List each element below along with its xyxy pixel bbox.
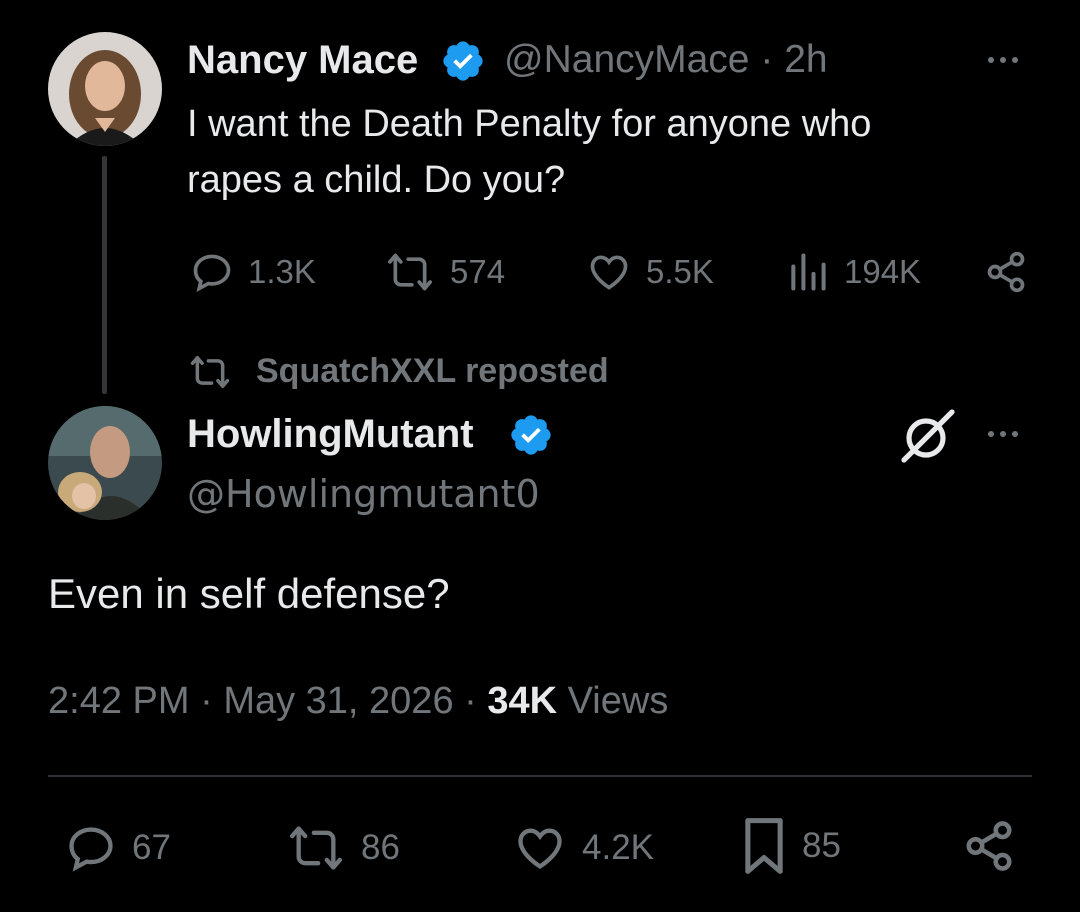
tweet-date[interactable]: May 31, 2026 <box>223 680 453 722</box>
bookmark-button[interactable]: 85 <box>740 816 841 876</box>
verified-badge-icon <box>443 41 483 81</box>
separator: · <box>464 680 477 722</box>
tweet-text-line: rapes a child. Do you? <box>187 159 566 201</box>
like-button[interactable]: 4.2K <box>512 822 654 874</box>
repost-button[interactable]: 86 <box>285 822 400 874</box>
views-button[interactable]: 194K <box>786 250 921 294</box>
bookmark-count: 85 <box>802 826 841 865</box>
like-count: 5.5K <box>646 253 714 290</box>
author-name[interactable]: Nancy Mace <box>187 38 418 83</box>
share-icon[interactable] <box>962 818 1016 874</box>
reply-icon <box>193 254 231 293</box>
repost-count: 574 <box>450 253 506 290</box>
tweet-time[interactable]: 2h <box>784 38 827 81</box>
tweet-text-line: I want the Death Penalty for anyone who <box>187 103 872 145</box>
tweet-text: Even in self defense? <box>48 570 450 617</box>
share-icon[interactable] <box>984 250 1028 294</box>
separator: · <box>760 38 774 81</box>
reply-count: 1.3K <box>248 253 316 290</box>
like-button[interactable]: 5.5K <box>586 250 714 294</box>
author-handle[interactable]: @Howlingmutant0 <box>187 472 540 516</box>
views-icon <box>791 253 826 291</box>
reply-icon <box>69 827 113 872</box>
bookmark-icon <box>745 818 783 874</box>
avatar-nancy-mace[interactable] <box>48 32 162 146</box>
more-icon[interactable] <box>988 57 1018 63</box>
author-name[interactable]: HowlingMutant <box>187 412 474 457</box>
handle-time-row: @NancyMace · 2h <box>504 38 828 82</box>
repost-indicator[interactable]: SquatchXXL reposted <box>188 352 609 391</box>
repost-icon <box>289 826 342 870</box>
repost-icon <box>388 253 432 291</box>
author-handle[interactable]: @NancyMace <box>504 38 750 81</box>
like-count: 4.2K <box>582 828 654 867</box>
repost-icon <box>190 355 230 388</box>
grok-icon[interactable] <box>898 408 958 464</box>
repost-button[interactable]: 574 <box>384 250 505 294</box>
repost-note-text: SquatchXXL reposted <box>256 352 609 390</box>
verified-badge-icon <box>511 415 551 455</box>
reply-button[interactable]: 67 <box>64 822 171 874</box>
like-icon <box>518 828 562 869</box>
avatar-howlingmutant[interactable] <box>48 406 162 520</box>
more-icon[interactable] <box>988 431 1018 437</box>
repost-count: 86 <box>361 828 400 867</box>
views-count: 194K <box>844 253 922 290</box>
divider <box>48 775 1032 777</box>
reply-count: 67 <box>132 828 171 867</box>
thread-connector-line <box>102 156 107 394</box>
views-count[interactable]: 34K <box>487 680 557 722</box>
like-icon <box>590 255 628 290</box>
tweet-time[interactable]: 2:42 PM <box>48 680 190 722</box>
separator: · <box>200 680 213 722</box>
timestamp-row: 2:42 PM · May 31, 2026 · 34K Views <box>48 680 668 723</box>
tweet-text: I want the Death Penalty for anyone who … <box>187 96 871 208</box>
reply-button[interactable]: 1.3K <box>190 250 316 294</box>
views-label: Views <box>567 680 669 722</box>
